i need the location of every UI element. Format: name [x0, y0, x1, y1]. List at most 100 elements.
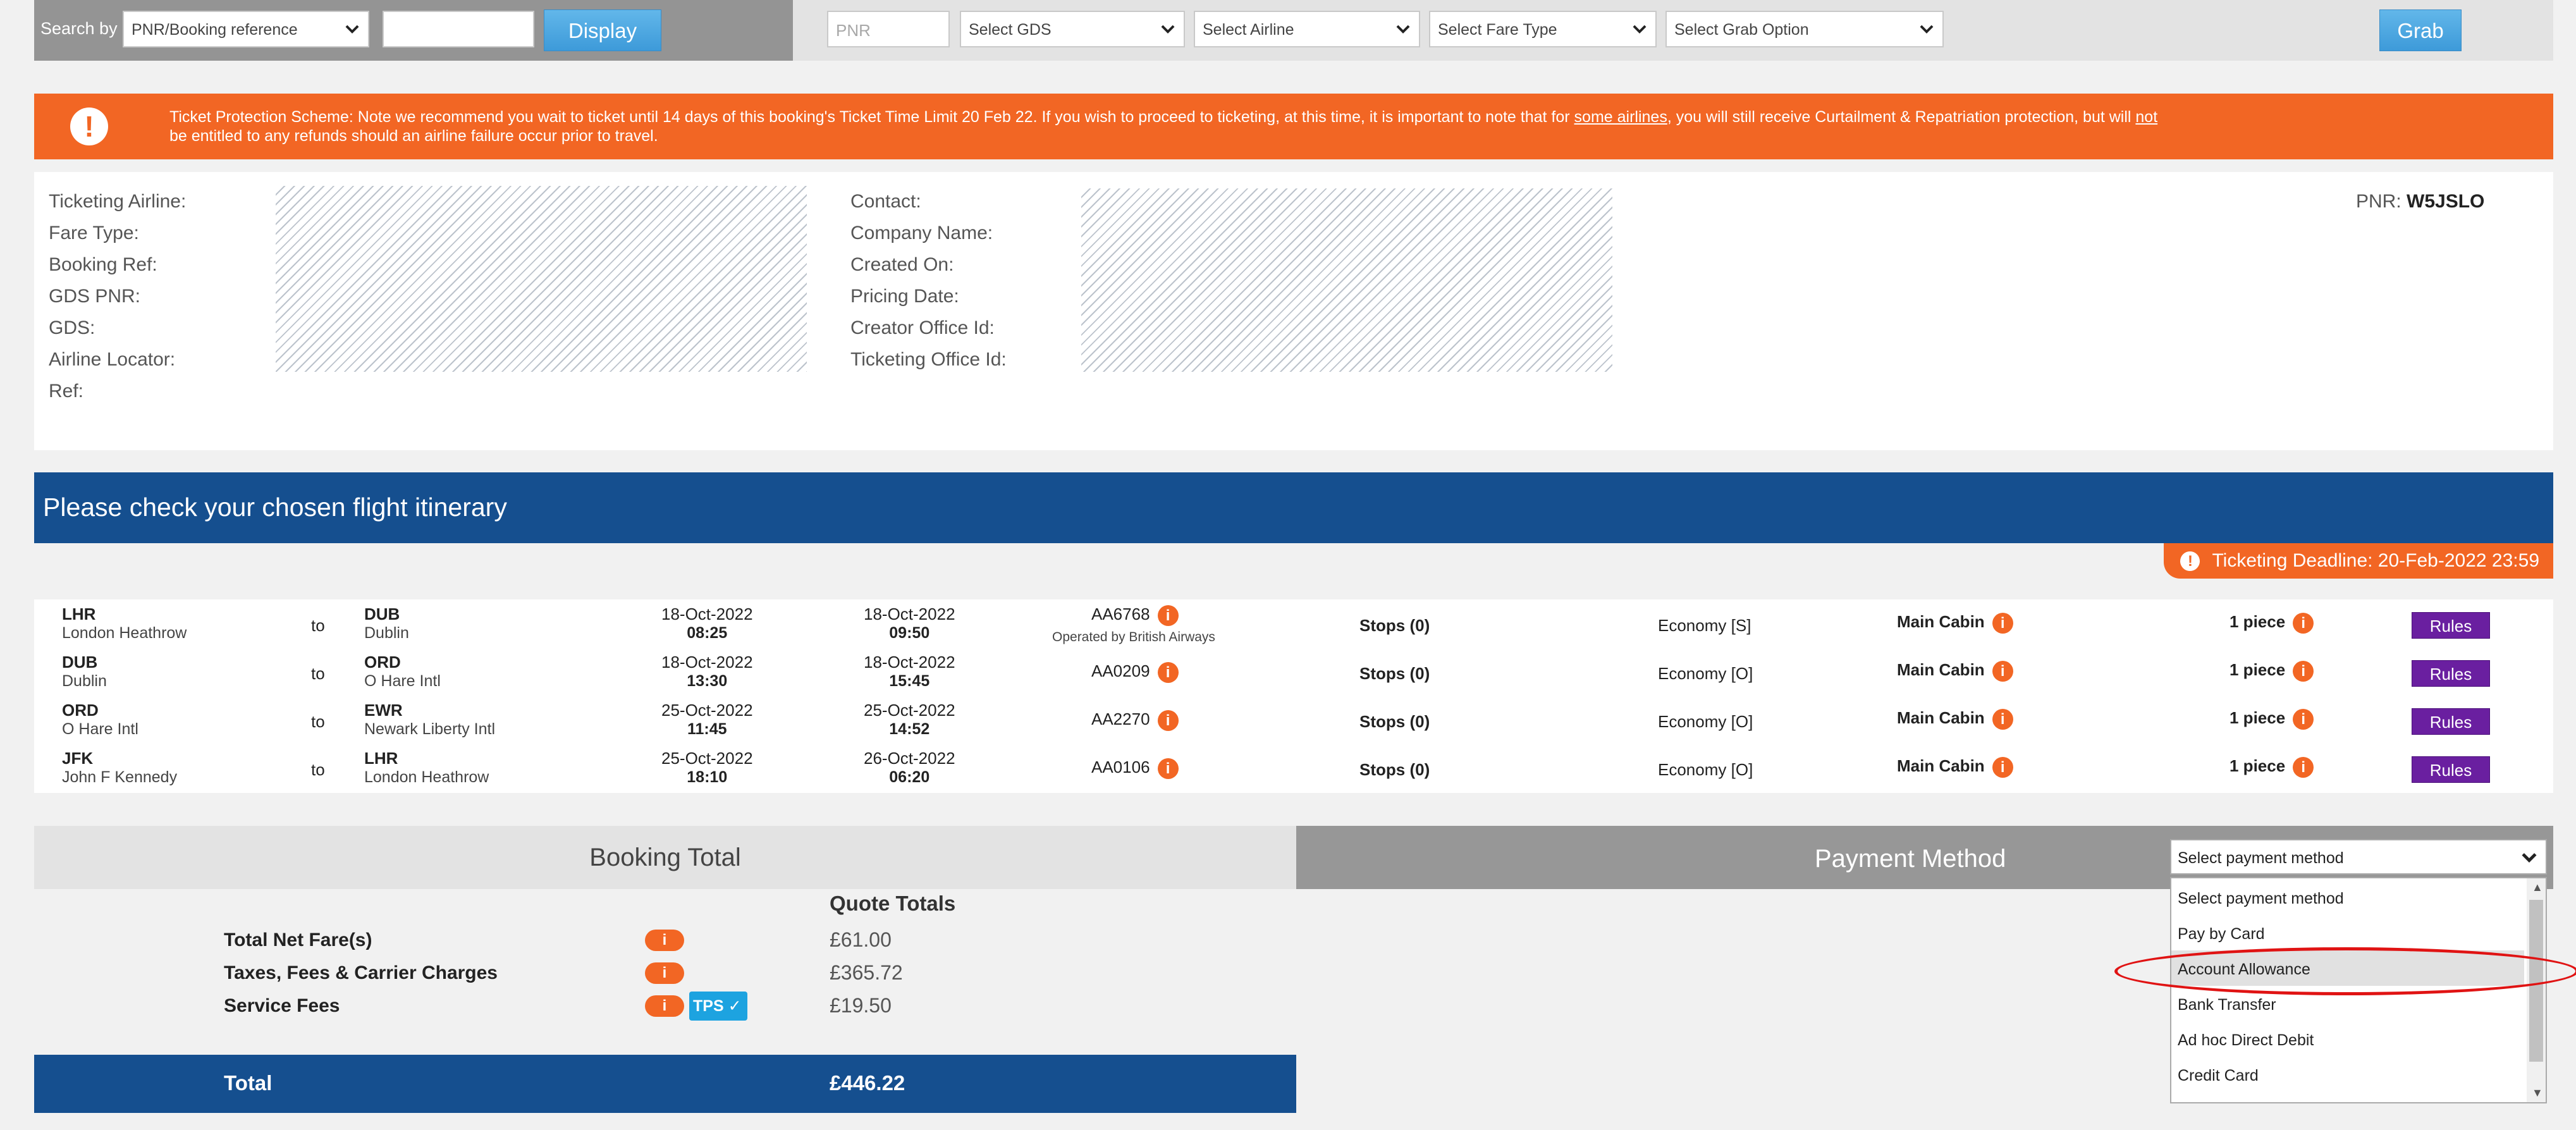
pnr-label: PNR:: [2356, 191, 2401, 212]
airline-value: Select Airline: [1203, 21, 1294, 39]
baggage-info-icon[interactable]: i: [2293, 660, 2314, 682]
departure-time: 13:30: [687, 672, 728, 690]
airline-locator-label: Airline Locator:: [49, 349, 176, 370]
to-code: EWR: [364, 701, 403, 720]
baggage-info-icon[interactable]: i: [2293, 756, 2314, 778]
flight-row: DUB Dublin to ORD O Hare Intl 18-Oct-2022 1…: [34, 651, 2553, 699]
info-badge-icon[interactable]: i: [645, 962, 684, 984]
flight-number[interactable]: AA0209 i: [1091, 661, 1179, 683]
arrival-time: 09:50: [889, 624, 930, 642]
arrival-time: 06:20: [889, 768, 930, 786]
payment-method-select[interactable]: Select payment method: [2170, 839, 2547, 875]
cabin-name: Main Cabin: [1897, 612, 1985, 631]
cabin: Main Cabin i: [1897, 708, 2013, 730]
grab-button[interactable]: Grab: [2379, 9, 2462, 51]
fare-type-value: Select Fare Type: [1438, 21, 1557, 39]
to-airport: ORD O Hare Intl: [364, 653, 441, 691]
gds-value: Select GDS: [969, 21, 1052, 39]
arrival-time: 14:52: [889, 720, 930, 738]
payment-option[interactable]: Pay by Card: [2171, 915, 2524, 950]
flight-number[interactable]: AA2270 i: [1091, 709, 1179, 731]
flight-number[interactable]: AA0106 i: [1091, 758, 1179, 779]
flight-info-icon[interactable]: i: [1157, 709, 1179, 731]
chevron-down-icon: [1396, 25, 1410, 34]
booking-class: [S]: [1731, 616, 1751, 635]
some-airlines-link[interactable]: some airlines: [1574, 108, 1667, 126]
cabin-info-icon[interactable]: i: [1992, 612, 2013, 634]
stops: Stops (0): [1359, 616, 1430, 635]
rules-button[interactable]: Rules: [2412, 708, 2490, 735]
baggage-info-icon[interactable]: i: [2293, 708, 2314, 730]
cabin-info-icon[interactable]: i: [1992, 708, 2013, 730]
cabin: Main Cabin i: [1897, 756, 2013, 778]
cabin-info-icon[interactable]: i: [1992, 756, 2013, 778]
stops: Stops (0): [1359, 712, 1430, 731]
rules-button[interactable]: Rules: [2412, 612, 2490, 639]
check-icon: ✓: [728, 997, 742, 1015]
cabin-info-icon[interactable]: i: [1992, 660, 2013, 682]
ticket-protection-alert: ! Ticket Protection Scheme: Note we reco…: [34, 94, 2553, 159]
scroll-up-icon[interactable]: ▲: [2532, 881, 2543, 894]
ticketing-deadline-text: Ticketing Deadline: 20-Feb-2022 23:59: [2212, 550, 2539, 571]
flight-number-text: AA6768: [1091, 605, 1150, 623]
airline-select[interactable]: Select Airline: [1194, 11, 1420, 47]
search-by-label: Search by: [40, 19, 118, 38]
flight-info-icon[interactable]: i: [1157, 758, 1179, 779]
flight-info-icon[interactable]: i: [1157, 661, 1179, 683]
to-label: to: [311, 616, 325, 635]
cabin-class: Economy [O]: [1658, 760, 1753, 780]
departure-date: 18-Oct-2022: [661, 605, 753, 623]
info-badge-icon[interactable]: i: [645, 995, 684, 1017]
info-badge-icon[interactable]: i: [645, 930, 684, 951]
to-code: DUB: [364, 605, 400, 623]
scroll-down-icon[interactable]: ▼: [2532, 1086, 2543, 1100]
payment-option[interactable]: Ad hoc Direct Debit: [2171, 1021, 2524, 1057]
dropdown-scrollbar[interactable]: ▲ ▼: [2527, 878, 2546, 1102]
quote-row: Service Fees i TPS ✓ £19.50: [34, 992, 1296, 1024]
flight-row: ORD O Hare Intl to EWR Newark Liberty Intl…: [34, 699, 2553, 747]
flight-info-icon[interactable]: i: [1157, 605, 1179, 626]
cabin-class: Economy [S]: [1658, 616, 1751, 636]
tps-badge-label: TPS: [693, 997, 724, 1015]
from-name: London Heathrow: [62, 624, 187, 642]
flight-itinerary-table: LHR London Heathrow to DUB Dublin 18-Oct-2…: [34, 599, 2553, 793]
to-label: to: [311, 664, 325, 683]
chevron-down-icon: [345, 25, 359, 34]
flight-number[interactable]: AA6768 i: [1091, 605, 1179, 626]
rules-button[interactable]: Rules: [2412, 756, 2490, 783]
not-link[interactable]: not: [2135, 108, 2157, 126]
pnr-input[interactable]: PNR: [827, 11, 950, 47]
arrival-date: 25-Oct-2022: [864, 701, 955, 720]
quote-totals-heading: Quote Totals: [830, 892, 956, 915]
contact-label: Contact:: [850, 191, 921, 212]
alert-text-part-1: Ticket Protection Scheme: Note we recomm…: [169, 108, 1574, 126]
fare-type-select[interactable]: Select Fare Type: [1429, 11, 1657, 47]
pnr-display: PNR: W5JSLO: [2356, 191, 2484, 212]
gds-select[interactable]: Select GDS: [960, 11, 1185, 47]
cabin: Main Cabin i: [1897, 660, 2013, 682]
grab-option-select[interactable]: Select Grab Option: [1665, 11, 1944, 47]
total-bar: Total £446.22: [34, 1055, 1296, 1113]
quote-row-value: £365.72: [830, 961, 903, 984]
payment-option[interactable]: Credit Card: [2171, 1057, 2524, 1092]
itinerary-title: Please check your chosen flight itinerar…: [43, 493, 507, 522]
arrival-date: 26-Oct-2022: [864, 749, 955, 768]
highlight-annotation-ellipse: [2114, 947, 2576, 995]
to-name: Dublin: [364, 624, 409, 642]
booking-class: [O]: [1731, 664, 1753, 683]
stops: Stops (0): [1359, 760, 1430, 779]
rules-button[interactable]: Rules: [2412, 660, 2490, 687]
cabin: Main Cabin i: [1897, 612, 2013, 634]
search-by-select[interactable]: PNR/Booking reference: [123, 11, 369, 47]
operated-by: Operated by British Airways: [1052, 630, 1215, 644]
search-value-input[interactable]: [383, 11, 534, 47]
tps-badge[interactable]: TPS ✓: [689, 992, 747, 1021]
cabin-name: Main Cabin: [1897, 660, 1985, 679]
baggage-info-icon[interactable]: i: [2293, 612, 2314, 634]
top-search-bar: Search by PNR/Booking reference Display …: [34, 0, 2553, 61]
arrival: 18-Oct-2022 09:50: [864, 605, 955, 642]
chevron-down-icon: [2522, 853, 2537, 863]
payment-option[interactable]: Select payment method: [2171, 880, 2524, 915]
display-button[interactable]: Display: [544, 9, 661, 51]
created-on-label: Created On:: [850, 254, 954, 275]
